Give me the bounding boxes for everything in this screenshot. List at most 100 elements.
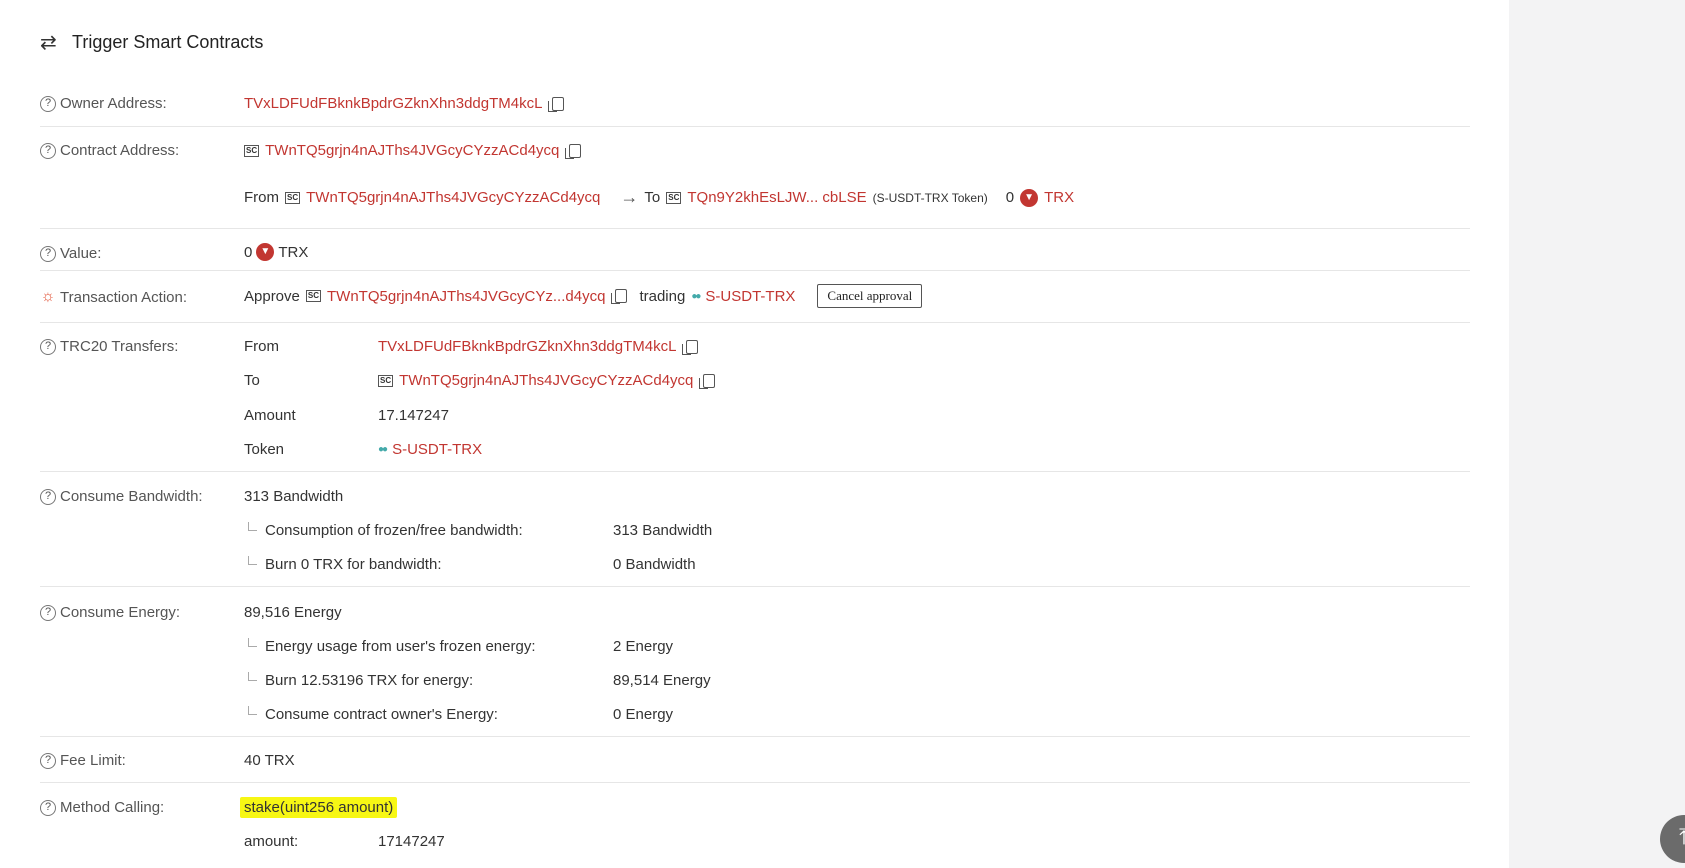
trc20-token-label: Token [244, 441, 285, 458]
owner-label-group: ? Owner Address: [40, 95, 167, 112]
transaction-panel: ⇄ Trigger Smart Contracts ? Owner Addres… [0, 0, 1509, 868]
bandwidth-label: Consume Bandwidth: [60, 488, 203, 505]
question-circle-icon[interactable]: ? [40, 142, 56, 159]
energy-item-value: 2 Energy [613, 638, 674, 655]
section-title: Trigger Smart Contracts [72, 32, 264, 52]
question-circle-icon[interactable]: ? [40, 245, 56, 262]
approve-text: Approve [244, 287, 300, 305]
divider [40, 782, 1470, 783]
value-label: Value: [60, 245, 102, 262]
trc20-from-value: TVxLDFUdFBknkBpdrGZknXhn3ddgTM4kcL [378, 338, 699, 355]
copy-icon[interactable] [565, 143, 582, 159]
contract-label: Contract Address: [60, 142, 180, 159]
owner-value: TVxLDFUdFBknkBpdrGZknXhn3ddgTM4kcL [244, 95, 565, 112]
divider [40, 270, 1470, 271]
section-header: ⇄ Trigger Smart Contracts [40, 30, 263, 55]
bandwidth-label-group: ? Consume Bandwidth: [40, 488, 203, 505]
smart-contract-badge-icon: SC [285, 191, 301, 204]
trc20-to-label: To [244, 372, 260, 389]
bandwidth-total: 313 Bandwidth [244, 488, 344, 505]
divider [40, 126, 1470, 127]
question-circle-icon[interactable]: ? [40, 338, 56, 355]
to-address-link[interactable]: TQn9Y2khEsLJW... cbLSE [687, 189, 866, 206]
bandwidth-item-value: 313 Bandwidth [613, 522, 713, 539]
energy-label: Consume Energy: [60, 604, 181, 621]
bandwidth-item-label: Burn 0 TRX for bandwidth: [265, 556, 442, 573]
energy-item-label: Burn 12.53196 TRX for energy: [265, 672, 474, 689]
question-circle-icon[interactable]: ? [40, 799, 56, 816]
copy-icon[interactable] [611, 289, 628, 304]
divider [40, 322, 1470, 323]
swap-icon: ⇄ [40, 32, 57, 54]
energy-item-label: Energy usage from user's frozen energy: [265, 638, 536, 655]
to-label: To [644, 189, 661, 206]
contract-transfer-line: From SC TWnTQ5grjn4nAJThs4JVGcyCYzzACd4y… [244, 187, 1074, 208]
question-circle-icon[interactable]: ? [40, 752, 56, 769]
action-token-link[interactable]: S-USDT-TRX [705, 288, 795, 305]
smart-contract-badge-icon: SC [378, 374, 394, 387]
tree-corner-icon [248, 638, 257, 647]
action-address-link[interactable]: TWnTQ5grjn4nAJThs4JVGcyCYz...d4ycq [327, 288, 605, 305]
smart-contract-badge-icon: SC [305, 290, 321, 302]
method-value: stake(uint256 amount) [240, 797, 398, 818]
method-signature: stake(uint256 amount) [240, 797, 398, 818]
to-token-name: (S-USDT-TRX Token) [872, 190, 988, 205]
owner-address-link[interactable]: TVxLDFUdFBknkBpdrGZknXhn3ddgTM4kcL [244, 95, 542, 112]
bulb-icon: ☼ [40, 288, 56, 305]
method-label-group: ? Method Calling: [40, 799, 164, 816]
method-param-value: 17147247 [378, 833, 445, 850]
question-circle-icon[interactable]: ? [40, 95, 56, 112]
copy-icon[interactable] [682, 339, 699, 355]
fee-label-group: ? Fee Limit: [40, 752, 126, 769]
energy-item: Energy usage from user's frozen energy: [248, 638, 536, 655]
trc20-amount-label: Amount [244, 407, 296, 424]
trc20-label-group: ? TRC20 Transfers: [40, 338, 178, 355]
energy-label-group: ? Consume Energy: [40, 604, 180, 621]
trc20-from-link[interactable]: TVxLDFUdFBknkBpdrGZknXhn3ddgTM4kcL [378, 338, 676, 355]
question-circle-icon[interactable]: ? [40, 488, 56, 505]
token-logo-icon: ●● [691, 290, 701, 302]
bandwidth-item: Burn 0 TRX for bandwidth: [248, 556, 441, 573]
trc20-amount-value: 17.147247 [378, 407, 449, 424]
smart-contract-badge-icon: SC [666, 191, 682, 204]
token-logo-icon: ●● [378, 444, 388, 455]
trading-text: trading [639, 287, 686, 305]
arrow-right-icon: → [620, 187, 639, 207]
from-address-link[interactable]: TWnTQ5grjn4nAJThs4JVGcyCYzzACd4ycq [306, 189, 600, 206]
from-label: From [244, 189, 279, 206]
smart-contract-badge-icon: SC [244, 144, 260, 157]
divider [40, 586, 1470, 587]
energy-item-label: Consume contract owner's Energy: [265, 706, 498, 723]
energy-item-value: 0 Energy [613, 706, 674, 723]
trc20-token-link[interactable]: S-USDT-TRX [392, 441, 482, 458]
question-circle-icon[interactable]: ? [40, 604, 56, 621]
action-value: Approve SC TWnTQ5grjn4nAJThs4JVGcyCYz...… [244, 284, 923, 308]
method-label: Method Calling: [60, 799, 165, 816]
trc20-to-link[interactable]: TWnTQ5grjn4nAJThs4JVGcyCYzzACd4ycq [399, 372, 693, 389]
trx-logo-icon: ▼ [1020, 188, 1039, 207]
value-value: 0 ▼ TRX [244, 243, 308, 261]
energy-item-value: 89,514 Energy [613, 672, 711, 689]
trc20-label: TRC20 Transfers: [60, 338, 179, 355]
action-label-group: ☼ Transaction Action: [40, 288, 187, 306]
contract-address-link[interactable]: TWnTQ5grjn4nAJThs4JVGcyCYzzACd4ycq [265, 142, 559, 159]
copy-icon[interactable] [548, 96, 565, 112]
currency-link[interactable]: TRX [1044, 189, 1074, 206]
energy-total: 89,516 Energy [244, 604, 342, 621]
cancel-approval-button[interactable]: Cancel approval [817, 284, 923, 308]
divider [40, 471, 1470, 472]
tree-corner-icon [248, 556, 257, 565]
energy-item: Burn 12.53196 TRX for energy: [248, 672, 473, 689]
contract-value: SC TWnTQ5grjn4nAJThs4JVGcyCYzzACd4ycq [244, 142, 582, 159]
trc20-token-value: ●● S-USDT-TRX [378, 441, 482, 458]
divider [40, 736, 1470, 737]
transfer-amount: 0 [1005, 189, 1015, 206]
divider [40, 228, 1470, 229]
copy-icon[interactable] [699, 373, 716, 389]
scroll-to-top-icon[interactable]: ⤒ [1660, 815, 1685, 863]
owner-label: Owner Address: [60, 95, 167, 112]
fee-value: 40 TRX [244, 752, 295, 769]
value-amount: 0 [244, 243, 253, 261]
tree-corner-icon [248, 522, 257, 531]
bandwidth-item: Consumption of frozen/free bandwidth: [248, 522, 523, 539]
